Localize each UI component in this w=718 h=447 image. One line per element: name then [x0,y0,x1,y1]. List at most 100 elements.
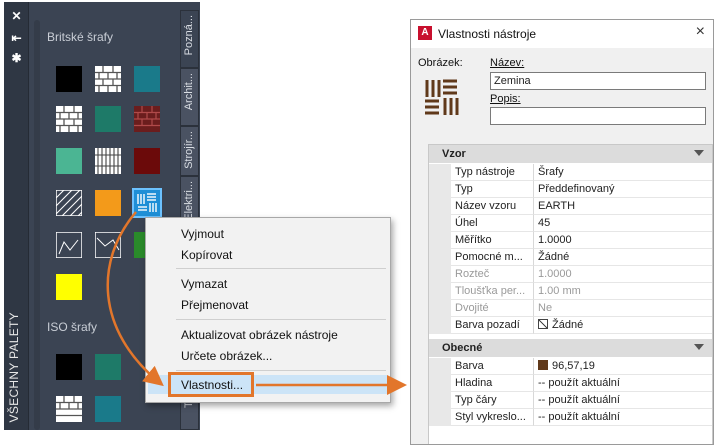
property-row[interactable]: Typ Předdefinovaný [429,181,712,198]
menu-separator [176,268,386,269]
property-value-text: -- použít aktuální [538,377,620,389]
property-value[interactable]: Žádné [534,249,712,266]
image-label: Obrázek: [418,57,463,69]
menu-item-specify-image[interactable]: Určete obrázek... [181,349,272,363]
hatch-tool-wave[interactable] [94,231,122,259]
property-value-text: EARTH [538,200,576,212]
collapse-icon[interactable] [694,150,704,156]
hatch-tool-solid-orange[interactable] [95,190,121,216]
earth-pattern-icon [137,193,157,212]
property-value[interactable]: 45 [534,215,712,232]
property-value[interactable]: Předdefinovaný [534,181,712,198]
category-pattern[interactable]: Vzor [429,145,712,163]
property-row[interactable]: Název vzoru EARTH [429,198,712,215]
brick-pattern-icon [95,66,121,92]
property-grid: Vzor Typ nástroje Šrafy Typ Předdefinovaný N… [428,144,713,444]
property-key: Barva [451,358,534,375]
property-key: Barva pozadí [451,317,534,334]
property-row[interactable]: Pomocné m... Žádné [429,249,712,266]
property-row[interactable]: Typ čáry -- použít aktuální [429,392,712,409]
tab-pozna[interactable]: Pozná... [180,10,199,68]
name-input[interactable]: Zemina [490,72,706,90]
property-row[interactable]: Hladina -- použít aktuální [429,375,712,392]
property-row[interactable]: Typ nástroje Šrafy [429,164,712,181]
property-value[interactable]: -- použít aktuální [534,409,712,426]
hatch-tool-solid-yellow[interactable] [56,274,82,300]
property-row[interactable]: Měřítko 1.0000 [429,232,712,249]
property-key: Pomocné m... [451,249,534,266]
property-value[interactable]: -- použít aktuální [534,375,712,392]
iso-tool-solid-darkgreen[interactable] [95,354,121,380]
property-key: Název vzoru [451,198,534,215]
property-value[interactable]: 1.0000 [534,232,712,249]
property-value-text: Předdefinovaný [538,183,615,195]
property-key: Měřítko [451,232,534,249]
menu-item-delete[interactable]: Vymazat [181,277,227,291]
property-value[interactable]: 96,57,19 [534,358,712,375]
iso-tool-brick[interactable] [56,396,82,422]
property-key: Hladina [451,375,534,392]
property-row[interactable]: Tloušťka per... 1.00 mm [429,283,712,300]
collapse-icon[interactable] [694,344,704,350]
no-color-swatch [538,319,548,329]
property-value[interactable]: EARTH [534,198,712,215]
iso-tool-solid-teal[interactable] [95,396,121,422]
property-value[interactable]: 1.00 mm [534,283,712,300]
tool-properties-dialog: A Vlastnosti nástroje × Obrázek: Název: … [410,19,714,445]
iso-tool-solid-black[interactable] [56,354,82,380]
tab-strojir[interactable]: Strojír... [180,126,199,176]
hatch-tool-earth-selected[interactable] [132,188,162,218]
property-value-text: Žádné [552,319,584,331]
property-row[interactable]: Dvojité Ne [429,300,712,317]
description-input[interactable] [490,107,706,125]
hatch-tool-brick-2[interactable] [56,106,82,132]
property-row[interactable]: Barva pozadí Žádné [429,317,712,334]
menu-item-cut[interactable]: Vyjmout [181,227,224,241]
row-gutter [429,375,451,392]
menu-separator [176,319,386,320]
property-value[interactable]: Šrafy [534,164,712,181]
property-value-text: Šrafy [538,166,564,178]
hatch-tool-solid-darkgreen[interactable] [95,106,121,132]
row-gutter [429,317,451,334]
property-value[interactable]: -- použít aktuální [534,392,712,409]
close-icon[interactable]: ✕ [10,10,23,23]
hatch-tool-solid-black[interactable] [56,66,82,92]
auto-hide-icon[interactable]: ⇤ [10,32,23,45]
menu-item-copy[interactable]: Kopírovat [181,248,232,262]
hatch-tool-diagonal[interactable] [55,189,83,217]
property-row[interactable]: Rozteč 1.0000 [429,266,712,283]
hatch-tool-grid[interactable] [95,148,121,174]
property-row[interactable]: Barva 96,57,19 [429,358,712,375]
property-value-text: 45 [538,217,551,229]
properties-icon[interactable]: ✱ [10,52,23,65]
hatch-tool-brick[interactable] [95,66,121,92]
hatch-tool-solid-seagreen[interactable] [56,148,82,174]
palette-scrollbar[interactable] [34,20,40,430]
category-general[interactable]: Obecné [429,339,712,357]
row-gutter [429,215,451,232]
property-value-text: 1.0000 [538,268,572,280]
menu-item-update-image[interactable]: Aktualizovat obrázek nástroje [181,328,338,342]
hatch-tool-fill-sketch[interactable] [55,231,83,259]
property-value[interactable]: Žádné [534,317,712,334]
brick-pattern-icon [56,106,82,132]
section-title-british: Britské šrafy [47,30,114,44]
hatch-tool-maroon-brick[interactable] [134,106,160,132]
brick-pattern-icon [56,396,82,422]
tab-archit[interactable]: Archit... [180,68,199,126]
property-row[interactable]: Styl vykreslo... -- použít aktuální [429,409,712,426]
row-gutter [429,409,451,426]
property-value[interactable]: 1.0000 [534,266,712,283]
diagonal-pattern-icon [55,189,83,217]
hatch-tool-solid-teal[interactable] [134,66,160,92]
property-value[interactable]: Ne [534,300,712,317]
hatch-tool-solid-darkred[interactable] [134,148,160,174]
wave-pattern-icon [94,231,122,259]
close-button[interactable]: × [696,23,705,41]
color-swatch [538,360,548,370]
property-key: Rozteč [451,266,534,283]
menu-item-rename[interactable]: Přejmenovat [181,298,248,312]
property-row[interactable]: Úhel 45 [429,215,712,232]
hatch-preview-image[interactable] [423,77,459,117]
